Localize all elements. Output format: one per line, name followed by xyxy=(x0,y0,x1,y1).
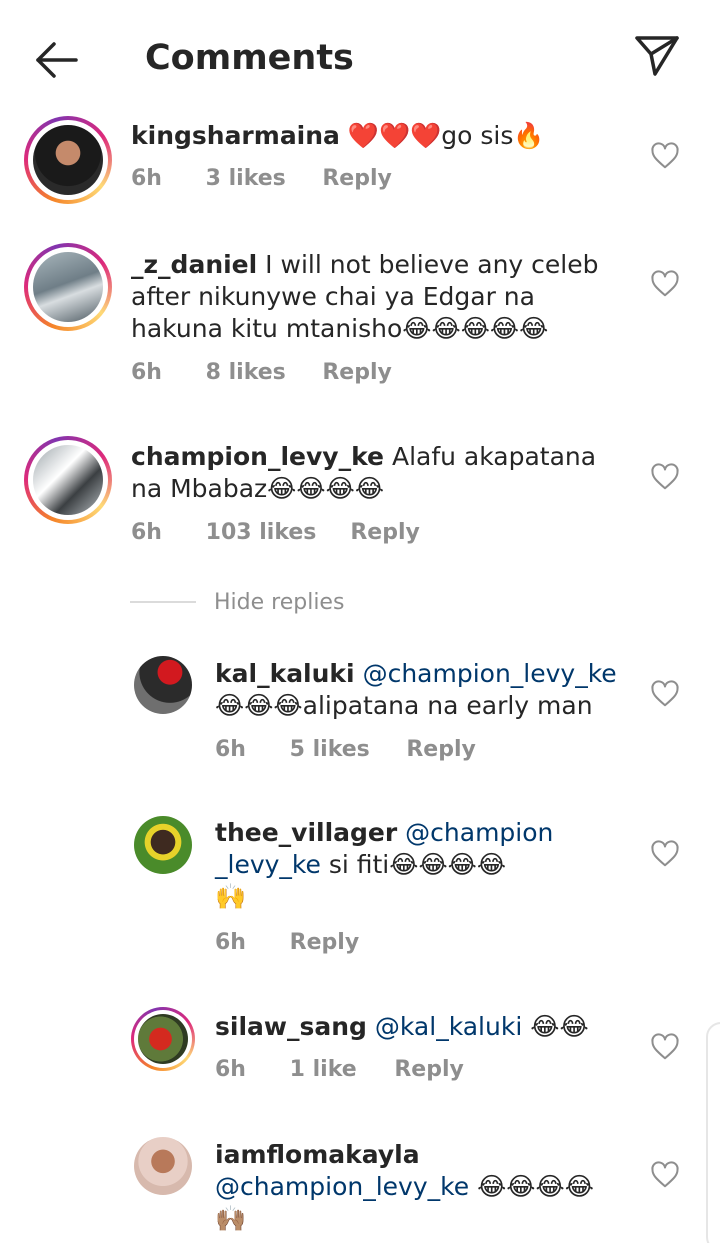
comment-time: 6h xyxy=(131,360,162,385)
heart-icon[interactable] xyxy=(650,462,680,492)
reply-mention[interactable]: @champion_levy_ke xyxy=(363,659,617,688)
comment-username[interactable]: kingsharmaina xyxy=(131,121,340,150)
reply-button[interactable]: Reply xyxy=(394,1056,464,1084)
reply-mention[interactable]: @champion_levy_ke xyxy=(215,1172,469,1201)
reply-text: thee_villager @champion _levy_ke si fiti… xyxy=(215,817,635,913)
heart-icon[interactable] xyxy=(650,141,680,171)
reply-username[interactable]: kal_kaluki xyxy=(215,659,355,688)
reply-username[interactable]: silaw_sang xyxy=(215,1012,367,1041)
comment-text: champion_levy_ke Alafu akapatana na Mbab… xyxy=(131,441,631,505)
reply-body: 😂😂 xyxy=(530,1012,589,1041)
back-button[interactable] xyxy=(28,36,84,84)
reply-mention[interactable]: @kal_kaluki xyxy=(375,1012,522,1041)
avatar[interactable] xyxy=(24,436,112,524)
reply-button[interactable]: Reply xyxy=(350,519,420,547)
reply-likes[interactable]: 5 likes xyxy=(290,736,399,764)
reply-text: silaw_sang @kal_kaluki 😂😂 xyxy=(215,1011,635,1043)
reply-username[interactable]: thee_villager xyxy=(215,818,397,847)
reply-likes[interactable]: 1 like xyxy=(290,1056,387,1084)
reply-mention[interactable]: @champion xyxy=(405,818,553,847)
reply-meta: 6h 1 like Reply xyxy=(215,1056,464,1084)
reply-meta: 6h 5 likes Reply xyxy=(215,736,476,764)
comment-meta: 6h 3 likes Reply xyxy=(131,165,392,193)
heart-icon[interactable] xyxy=(650,269,680,299)
page-title: Comments xyxy=(145,38,354,78)
reply-meta: 6h Reply xyxy=(215,929,359,957)
reply-body-cont: 🙌🏽 xyxy=(215,1204,247,1233)
comment-time: 6h xyxy=(131,166,162,191)
avatar[interactable] xyxy=(134,1137,192,1195)
reply-time: 6h xyxy=(215,930,246,955)
paper-plane-icon xyxy=(635,36,679,76)
reply-button[interactable]: Reply xyxy=(322,359,392,387)
reply-time: 6h xyxy=(215,1057,246,1082)
avatar[interactable] xyxy=(24,116,112,204)
comment-username[interactable]: champion_levy_ke xyxy=(131,442,384,471)
divider xyxy=(130,601,196,603)
comment-likes[interactable]: 3 likes xyxy=(206,165,315,193)
hide-replies-toggle[interactable]: Hide replies xyxy=(130,586,344,618)
heart-icon[interactable] xyxy=(650,679,680,709)
reply-username[interactable]: iamflomakayla xyxy=(215,1140,420,1169)
reply-mention-cont[interactable]: _levy_ke xyxy=(215,850,321,879)
scroll-handle[interactable] xyxy=(706,1022,720,1243)
comment-meta: 6h 103 likes Reply xyxy=(131,519,420,547)
reply-time: 6h xyxy=(215,737,246,762)
comment-time: 6h xyxy=(131,520,162,545)
comment-likes[interactable]: 8 likes xyxy=(206,359,315,387)
reply-body: si fiti😂😂😂😂 xyxy=(328,850,507,879)
comment-text: _z_daniel I will not believe any celeb a… xyxy=(131,249,631,345)
heart-icon[interactable] xyxy=(650,1160,680,1190)
reply-body: 😂😂😂😂 xyxy=(477,1172,594,1201)
arrow-left-icon xyxy=(36,42,78,78)
comment-likes[interactable]: 103 likes xyxy=(206,519,343,547)
reply-button[interactable]: Reply xyxy=(322,165,392,193)
avatar[interactable] xyxy=(134,816,192,874)
heart-icon[interactable] xyxy=(650,839,680,869)
reply-text: kal_kaluki @champion_levy_ke 😂😂😂alipatan… xyxy=(215,658,635,722)
comment-username[interactable]: _z_daniel xyxy=(131,250,257,279)
heart-icon[interactable] xyxy=(650,1032,680,1062)
reply-button[interactable]: Reply xyxy=(290,929,360,957)
avatar[interactable] xyxy=(131,1007,195,1071)
avatar[interactable] xyxy=(134,656,192,714)
reply-text: iamflomakayla @champion_levy_ke 😂😂😂😂 🙌🏽 xyxy=(215,1139,635,1235)
comment-body: ❤️❤️❤️go sis🔥 xyxy=(347,121,545,150)
comment-text: kingsharmaina ❤️❤️❤️go sis🔥 xyxy=(131,120,631,152)
comment-meta: 6h 8 likes Reply xyxy=(131,359,392,387)
reply-body-cont: 🙌 xyxy=(215,882,247,911)
reply-body: 😂😂😂alipatana na early man xyxy=(215,691,593,720)
avatar[interactable] xyxy=(24,243,112,331)
header-bar: Comments xyxy=(0,0,720,110)
reply-button[interactable]: Reply xyxy=(406,736,476,764)
share-button[interactable] xyxy=(628,30,686,82)
hide-replies-label: Hide replies xyxy=(214,589,345,615)
